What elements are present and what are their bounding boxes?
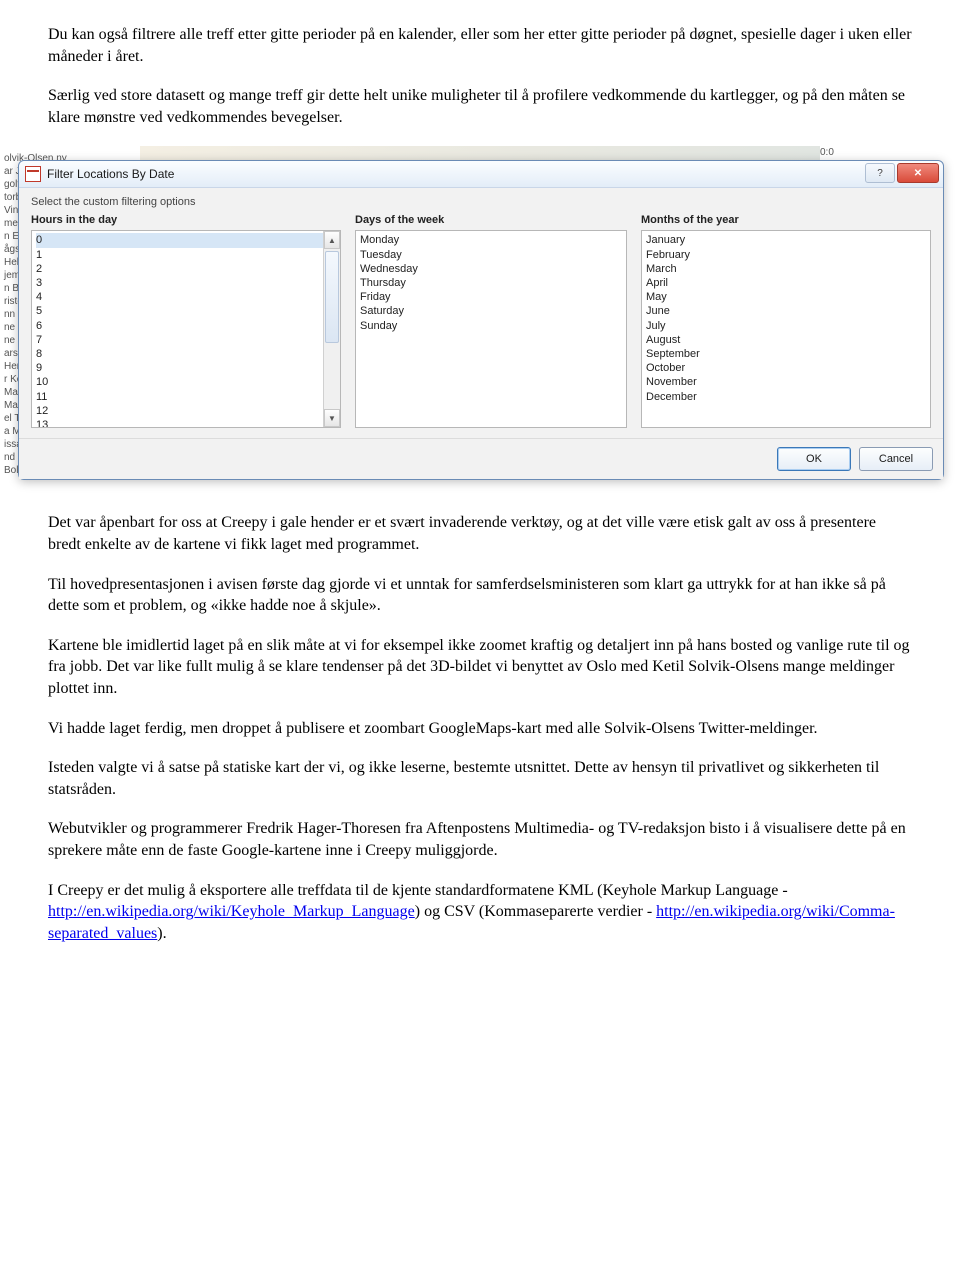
list-item[interactable]: January [646,233,926,247]
list-item[interactable]: Wednesday [360,262,622,276]
list-item[interactable]: July [646,319,926,333]
months-listbox[interactable]: JanuaryFebruaryMarchAprilMayJuneJulyAugu… [641,230,931,428]
hours-listbox[interactable]: 01234567891011121314151617 ▲ ▼ [31,230,341,428]
link-kml[interactable]: http://en.wikipedia.org/wiki/Keyhole_Mar… [48,903,415,920]
list-item[interactable]: August [646,333,926,347]
scroll-up-icon[interactable]: ▲ [324,231,340,249]
paragraph: Vi hadde laget ferdig, men droppet å pub… [48,718,912,740]
list-item[interactable]: 11 [36,390,336,404]
ok-button[interactable]: OK [777,447,851,471]
list-item[interactable]: 7 [36,333,336,347]
days-header: Days of the week [355,214,627,226]
list-item[interactable]: December [646,390,926,404]
dialog-title: Filter Locations By Date [47,167,174,181]
help-button[interactable]: ? [865,163,895,183]
list-item[interactable]: 0 [36,233,336,247]
text: I Creepy er det mulig å eksportere alle … [48,882,788,899]
scroll-down-icon[interactable]: ▼ [324,409,340,427]
list-item[interactable]: November [646,375,926,389]
paragraph: Det var åpenbart for oss at Creepy i gal… [48,512,912,555]
list-item[interactable]: 4 [36,290,336,304]
paragraph: I Creepy er det mulig å eksportere alle … [48,880,912,945]
close-button[interactable]: ✕ [897,163,939,183]
list-item[interactable]: Friday [360,290,622,304]
list-item[interactable]: Thursday [360,276,622,290]
list-item[interactable]: 1 [36,248,336,262]
list-item: 0:0 [820,146,960,159]
list-item[interactable]: 5 [36,304,336,318]
paragraph: Særlig ved store datasett og mange treff… [48,85,912,128]
cancel-button[interactable]: Cancel [859,447,933,471]
hours-header: Hours in the day [31,214,341,226]
days-listbox[interactable]: MondayTuesdayWednesdayThursdayFridaySatu… [355,230,627,428]
scrollbar[interactable]: ▲ ▼ [323,231,340,427]
filter-dialog-window: Filter Locations By Date ? ✕ Select the … [18,160,944,480]
paragraph: Til hovedpresentasjonen i avisen første … [48,574,912,617]
list-item[interactable]: April [646,276,926,290]
list-item[interactable]: 12 [36,404,336,418]
list-item[interactable]: Sunday [360,319,622,333]
list-item[interactable]: February [646,248,926,262]
paragraph: Du kan også filtrere alle treff etter gi… [48,24,912,67]
text: ) og CSV (Kommaseparerte verdier - [415,903,656,920]
titlebar[interactable]: Filter Locations By Date ? ✕ [19,161,943,188]
paragraph: Webutvikler og programmerer Fredrik Hage… [48,818,912,861]
list-item[interactable]: Tuesday [360,248,622,262]
list-item[interactable]: May [646,290,926,304]
list-item[interactable]: 13 [36,418,336,428]
scroll-thumb[interactable] [325,251,339,343]
paragraph: Kartene ble imidlertid laget på en slik … [48,635,912,700]
dialog-subtitle: Select the custom filtering options [31,196,931,208]
list-item[interactable]: October [646,361,926,375]
list-item[interactable]: March [646,262,926,276]
list-item[interactable]: 3 [36,276,336,290]
calendar-icon [25,166,41,182]
text: ). [157,925,166,942]
list-item[interactable]: 8 [36,347,336,361]
list-item[interactable]: September [646,347,926,361]
list-item[interactable]: 6 [36,319,336,333]
paragraph: Isteden valgte vi å satse på statiske ka… [48,757,912,800]
list-item[interactable]: June [646,304,926,318]
list-item[interactable]: Saturday [360,304,622,318]
list-item[interactable]: Monday [360,233,622,247]
list-item[interactable]: 9 [36,361,336,375]
screenshot-filter-dialog: Kontraskjæret Pipervika olvik-Olsen nyar… [0,146,960,476]
months-header: Months of the year [641,214,931,226]
list-item[interactable]: 2 [36,262,336,276]
list-item[interactable]: 10 [36,375,336,389]
